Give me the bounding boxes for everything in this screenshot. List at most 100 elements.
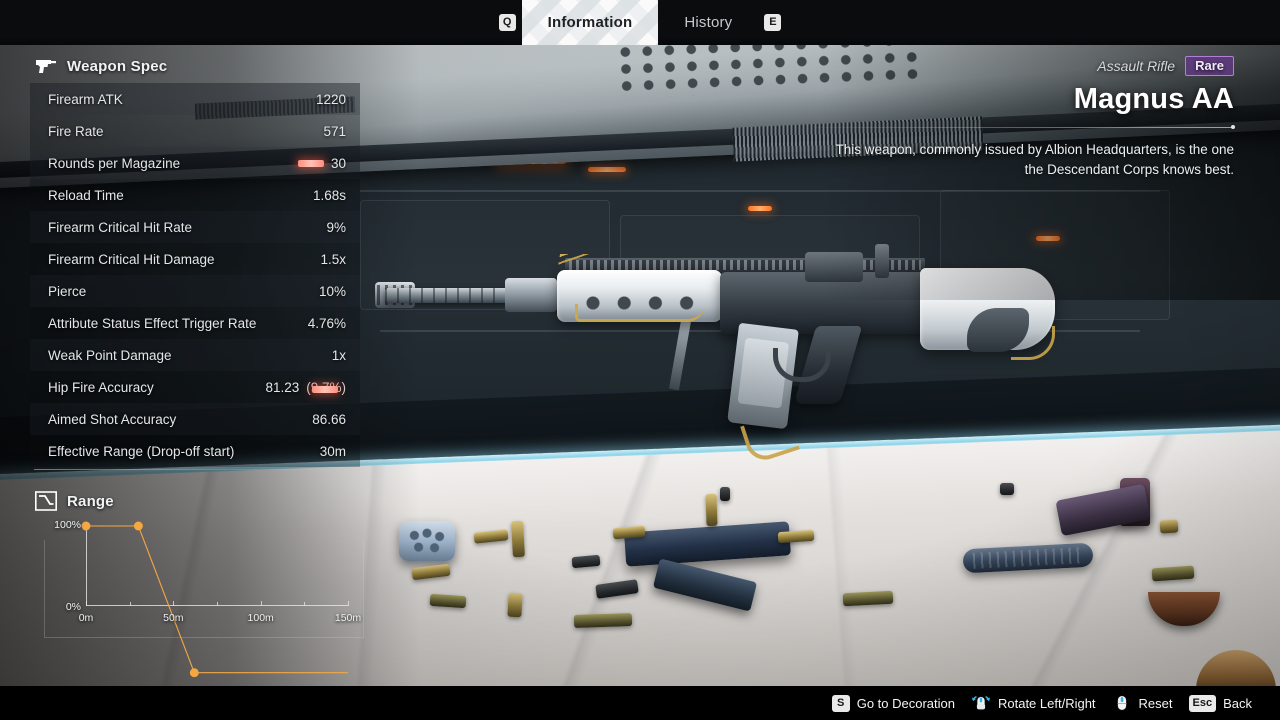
control-hint[interactable]: Reset	[1112, 693, 1173, 713]
weapon-gold-trim-mid	[575, 304, 705, 322]
next-tab-key-hint[interactable]: E	[758, 0, 787, 45]
casing	[705, 493, 718, 527]
rarity-badge: Rare	[1185, 56, 1234, 76]
stat-row: Attribute Status Effect Trigger Rate 4.76…	[30, 307, 360, 339]
stat-label: Firearm ATK	[48, 91, 123, 107]
stat-value: 1x	[332, 348, 346, 363]
weapon-type-label: Assault Rifle	[1097, 58, 1176, 74]
stat-row: Effective Range (Drop-off start) 30m	[30, 435, 360, 467]
control-hint-label: Rotate Left/Right	[997, 695, 1096, 711]
stat-value-number: 81.23	[265, 379, 300, 395]
range-chart-xtick-label: 100m	[247, 612, 274, 624]
range-chart-xtick-label: 0m	[78, 612, 94, 624]
range-chart-minor-tick	[129, 602, 131, 606]
stat-value: 1.5x	[320, 252, 346, 267]
tab-information[interactable]: Information	[522, 0, 659, 45]
casing	[507, 592, 523, 618]
control-hint[interactable]: Esc Back	[1188, 694, 1252, 712]
stat-row: Fire Rate 571	[30, 115, 360, 147]
stat-value: 10%	[319, 284, 346, 299]
range-chart-ytick-100: 100%	[54, 519, 81, 531]
stat-delta-wrap: (9.7%)	[306, 380, 346, 395]
prev-tab-key-hint[interactable]: Q	[493, 0, 522, 45]
stat-value: 30m	[320, 444, 346, 459]
mouse-wheel-icon	[1112, 693, 1132, 713]
stat-value: 9%	[326, 220, 346, 235]
casing	[573, 612, 633, 629]
weapon-stat-list: Firearm ATK 1220 Fire Rate 571 Rounds per Ma…	[30, 83, 360, 467]
stat-label: Effective Range (Drop-off start)	[48, 443, 235, 459]
stat-value-number: 30	[330, 155, 346, 171]
stat-row: Firearm Critical Hit Damage 1.5x	[30, 243, 360, 275]
stat-value-number: 1.5x	[320, 251, 346, 267]
range-chart-xtick-mark	[260, 601, 262, 606]
stat-row: Firearm Critical Hit Rate 9%	[30, 211, 360, 243]
casing	[429, 593, 467, 609]
spec-divider	[34, 469, 354, 470]
stat-value-number: 1x	[331, 347, 346, 363]
stat-value: 86.66	[312, 412, 346, 427]
tab-history[interactable]: History	[658, 0, 758, 45]
stat-value-number: 10%	[318, 283, 346, 299]
bottom-control-bar: S Go to Decoration Rotate Left/Right Reset E…	[0, 686, 1280, 720]
stat-value-number: 4.76%	[307, 315, 346, 331]
stat-row: Hip Fire Accuracy 81.23 (9.7%)	[30, 371, 360, 403]
pistol-icon	[34, 55, 58, 77]
weapon-spec-header: Weapon Spec	[30, 55, 360, 77]
control-hint[interactable]: S Go to Decoration	[831, 694, 955, 712]
stat-label: Firearm Critical Hit Damage	[48, 251, 215, 267]
range-title: Range	[67, 492, 114, 510]
range-chart-minor-tick	[304, 602, 306, 606]
stat-highlight-marker	[297, 159, 324, 167]
control-hint[interactable]: Rotate Left/Right	[971, 693, 1096, 713]
wall-lamp-2	[588, 167, 626, 172]
stat-row: Aimed Shot Accuracy 86.66	[30, 403, 360, 435]
mouse-rotate-icon	[971, 693, 991, 713]
stat-row: Pierce 10%	[30, 275, 360, 307]
stat-value: 571	[323, 124, 346, 139]
weapon-optic	[805, 252, 863, 282]
tab-list: Q Information History E	[493, 0, 788, 45]
weapon-information-screen: Q Information History E Weapon Spec Fire…	[0, 0, 1280, 720]
weapon-model-magnus-aa[interactable]	[375, 230, 1075, 490]
wall-seam-1	[360, 190, 1160, 192]
stat-value: 30	[297, 155, 346, 171]
key-s-icon: S	[831, 694, 850, 712]
casing	[1159, 519, 1179, 534]
control-hint-label: Back	[1223, 695, 1252, 711]
stat-highlight-marker	[312, 385, 339, 393]
range-data-point	[133, 521, 143, 531]
stat-label: Rounds per Magazine	[48, 155, 181, 171]
weapon-gold-trim-stock	[1011, 326, 1055, 360]
stat-label: Aimed Shot Accuracy	[48, 411, 177, 427]
stat-value: 1.68s	[313, 188, 346, 203]
range-data-point	[81, 521, 91, 531]
stat-label: Pierce	[48, 283, 87, 299]
top-tab-bar: Q Information History E	[0, 0, 1280, 45]
weapon-info-panel: Assault Rifle Rare Magnus AA This weapon…	[814, 56, 1235, 181]
stat-value: 4.76%	[308, 316, 346, 331]
range-chart-plot: 100% 0%	[54, 519, 348, 678]
range-falloff-line	[86, 526, 348, 673]
stat-label: Weak Point Damage	[48, 347, 172, 363]
range-chart-minor-tick	[217, 602, 218, 606]
weapon-info-divider	[814, 125, 1235, 129]
weapon-description: This weapon, commonly issued by Albion H…	[835, 142, 1234, 178]
casing	[842, 590, 894, 607]
stat-value-number: 86.66	[312, 411, 346, 427]
range-chart-xtick-mark	[86, 601, 87, 606]
falloff-chart-icon	[34, 490, 58, 512]
weapon-bipod	[668, 319, 692, 391]
range-chart-xtick-mark	[348, 601, 349, 606]
stat-label: Firearm Critical Hit Rate	[48, 219, 193, 235]
range-panel: Range 100% 0% 0m 50m 100m 150m	[30, 490, 365, 678]
stat-value-number: 571	[323, 123, 346, 139]
stat-label: Attribute Status Effect Trigger Rate	[48, 315, 257, 331]
divider-dot	[1231, 125, 1235, 129]
range-chart-xtick-label: 150m	[334, 612, 362, 624]
stat-row: Rounds per Magazine 30	[30, 147, 360, 179]
control-hint-label: Go to Decoration	[856, 695, 955, 711]
weapon-spec-panel: Weapon Spec Firearm ATK 1220 Fire Rate 571 R…	[30, 55, 360, 470]
key-esc-icon: Esc	[1188, 694, 1217, 712]
weapon-type-row: Assault Rifle Rare	[814, 56, 1234, 76]
